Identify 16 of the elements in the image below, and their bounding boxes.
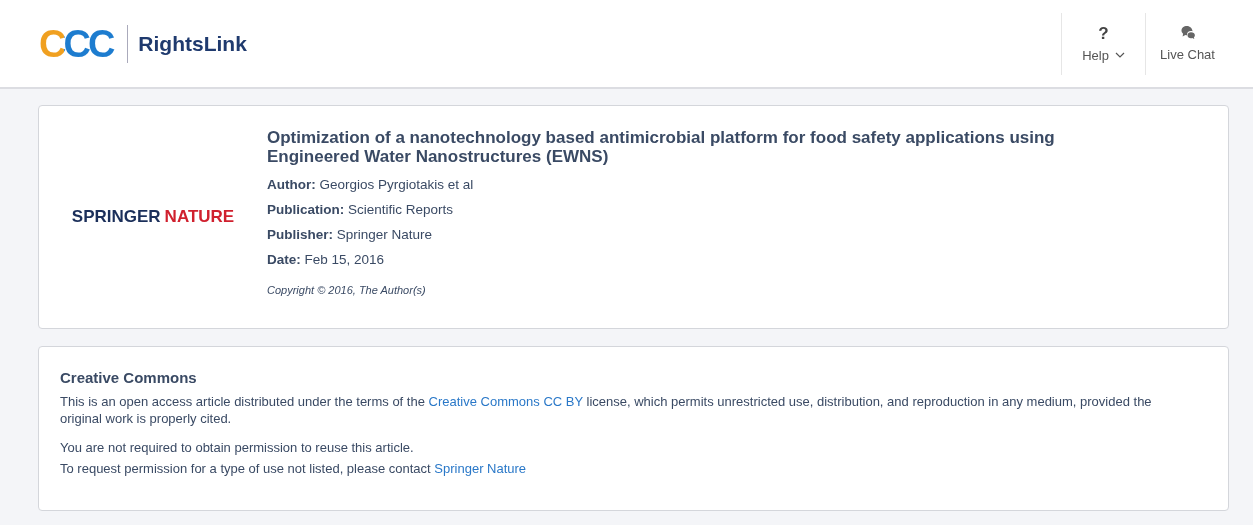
publisher-logo: SPRINGER NATURE	[70, 206, 236, 228]
license-text: To request permission for a type of use not listed, please contact Springer Nature	[60, 460, 528, 477]
text-link[interactable]: Creative Commons CC BY	[428, 394, 583, 409]
license-heading: Creative Commons	[60, 369, 198, 386]
text-link[interactable]: Springer Nature	[434, 461, 527, 476]
metadata-line: Author: Georgios Pyrgiotakis et al	[267, 176, 475, 193]
copyright-text: Copyright © 2016, The Author(s)	[267, 284, 427, 296]
caret-icon	[1114, 52, 1125, 58]
article-title: Optimization of a nanotechnology based antimicrobial platform for food safety applications using Engineered Water Nanostructures (EWNS)	[267, 128, 1056, 166]
metadata-line: Date: Feb 15, 2016	[267, 251, 386, 268]
metadata-line: Publisher: Springer Nature	[267, 226, 434, 243]
metadata-line: Publication: Scientific Reports	[267, 201, 455, 218]
license-text: You are not required to obtain permission to reuse this article.	[60, 439, 415, 456]
license-text: This is an open access article distributed under the terms of the Creative Commons CC BY license, which permits unrestricted use, distribution, and reproduction in any medium, provided the original work is properly cited.	[60, 393, 1153, 427]
chat-bubbles-icon	[1179, 25, 1196, 41]
product-name: RightsLink	[138, 31, 247, 56]
